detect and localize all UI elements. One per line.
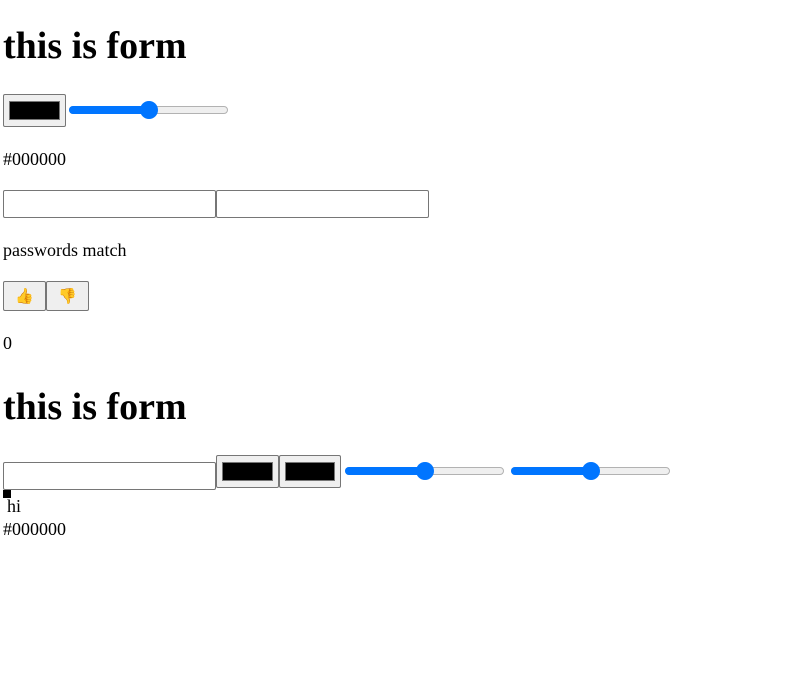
color-picker-3[interactable] bbox=[279, 455, 341, 488]
hi-text: hi bbox=[7, 496, 22, 516]
confirm-password-input[interactable] bbox=[216, 190, 429, 218]
text-input[interactable] bbox=[3, 462, 216, 490]
thumbs-up-icon: 👍 bbox=[15, 287, 34, 305]
slider-fill bbox=[345, 467, 425, 475]
range-slider-2[interactable] bbox=[345, 460, 504, 482]
slider-fill bbox=[511, 467, 591, 475]
form-heading-1: this is form bbox=[3, 25, 187, 67]
color-hex-text: #000000 bbox=[3, 149, 66, 169]
password-input[interactable] bbox=[3, 190, 216, 218]
color-swatch bbox=[285, 462, 335, 481]
range-slider-3[interactable] bbox=[511, 460, 670, 482]
thumbs-down-icon: 👎 bbox=[58, 287, 77, 305]
color-hex-text-2: #000000 bbox=[3, 519, 66, 539]
vote-count: 0 bbox=[3, 333, 12, 353]
form-heading-2: this is form bbox=[3, 386, 187, 428]
slider-fill bbox=[69, 106, 149, 114]
color-picker-2[interactable] bbox=[216, 455, 279, 488]
slider-thumb[interactable] bbox=[415, 462, 434, 480]
password-match-status: passwords match bbox=[3, 240, 127, 260]
slider-thumb[interactable] bbox=[139, 101, 158, 119]
color-picker-1[interactable] bbox=[3, 94, 66, 127]
thumbs-down-button[interactable]: 👎 bbox=[46, 281, 89, 311]
color-swatch bbox=[222, 462, 273, 481]
color-swatch bbox=[9, 101, 60, 120]
thumbs-up-button[interactable]: 👍 bbox=[3, 281, 46, 311]
slider-thumb[interactable] bbox=[581, 462, 600, 480]
range-slider-1[interactable] bbox=[69, 99, 228, 121]
